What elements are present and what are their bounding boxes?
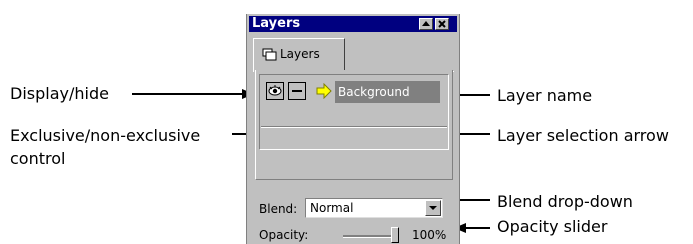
callout-line-opacity xyxy=(464,227,490,229)
callout-opacity-slider: Opacity slider xyxy=(497,217,608,236)
callout-display-hide: Display/hide xyxy=(10,84,109,103)
minus-icon xyxy=(289,84,305,103)
blend-label: Blend: xyxy=(259,202,298,216)
blend-dropdown[interactable]: Normal xyxy=(305,198,443,218)
layer-name[interactable]: Background xyxy=(335,81,440,103)
blend-value: Normal xyxy=(310,201,354,215)
display-hide-toggle[interactable] xyxy=(266,82,284,100)
opacity-value: 100% xyxy=(412,228,447,242)
layers-palette: Layers Layers Background Blend: Normal O… xyxy=(246,14,460,244)
tab-layers[interactable]: Layers xyxy=(253,38,345,72)
close-icon[interactable] xyxy=(435,18,449,30)
divider-highlight xyxy=(261,127,447,128)
exclusive-toggle[interactable] xyxy=(288,82,306,100)
layer-selection-arrow-icon[interactable] xyxy=(316,82,332,103)
chevron-down-icon[interactable] xyxy=(425,200,441,216)
opacity-slider-thumb[interactable] xyxy=(391,227,399,243)
callout-layer-selection-arrow: Layer selection arrow xyxy=(497,126,669,145)
callout-exclusive-line2: control xyxy=(10,149,66,168)
tab-layers-label: Layers xyxy=(280,47,320,61)
layer-row[interactable]: Background xyxy=(261,80,447,104)
palette-titlebar[interactable]: Layers xyxy=(249,16,457,32)
layers-icon xyxy=(262,47,278,66)
callout-exclusive: Exclusive/non-exclusive xyxy=(10,126,201,145)
palette-title: Layers xyxy=(252,16,301,31)
eye-icon xyxy=(267,84,283,103)
callout-line-display-hide xyxy=(132,93,242,95)
minimize-icon[interactable] xyxy=(419,18,433,30)
callout-blend-dropdown: Blend drop-down xyxy=(497,192,633,211)
dropdown-triangle xyxy=(429,206,437,210)
opacity-label: Opacity: xyxy=(259,228,309,242)
callout-layer-name: Layer name xyxy=(497,86,593,105)
